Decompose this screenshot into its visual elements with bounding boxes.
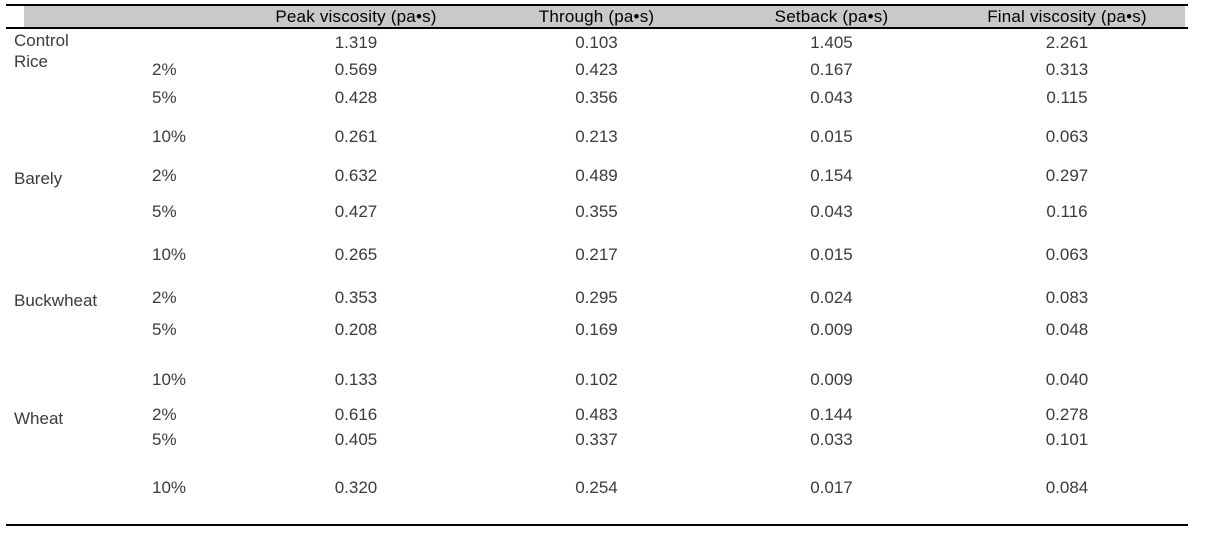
cell-peak-viscosity: 0.427 xyxy=(334,202,378,221)
cell-setback: 0.154 xyxy=(810,166,853,185)
cell-setback: 0.033 xyxy=(810,430,853,449)
group-label: Barely xyxy=(14,168,62,189)
cell-through: 0.217 xyxy=(575,245,618,264)
cell-peak-viscosity: 0.569 xyxy=(334,60,378,79)
cell-setback: 0.015 xyxy=(810,245,853,264)
table-bottom-rule xyxy=(6,524,1188,526)
cell-peak-viscosity: 0.265 xyxy=(334,245,378,264)
level-label: 2% xyxy=(152,166,177,185)
cell-final-viscosity: 0.101 xyxy=(1045,430,1089,449)
level-label: 10% xyxy=(152,478,187,497)
cell-peak-viscosity: 0.261 xyxy=(334,127,378,146)
cell-final-viscosity: 0.116 xyxy=(1046,202,1088,221)
cell-through: 0.337 xyxy=(575,430,618,449)
cell-setback: 0.009 xyxy=(810,370,853,389)
group-label: Buckwheat xyxy=(14,290,97,311)
cell-final-viscosity: 0.313 xyxy=(1045,60,1089,79)
header-bottom-rule xyxy=(6,27,1188,29)
cell-through: 0.489 xyxy=(575,166,618,185)
group-label-line1: Barely xyxy=(14,169,63,188)
cell-peak-viscosity: 0.616 xyxy=(334,405,378,424)
level-label: 2% xyxy=(152,288,177,307)
cell-through: 0.295 xyxy=(575,288,618,307)
cell-setback: 0.167 xyxy=(810,60,853,79)
cell-setback: 1.405 xyxy=(810,33,853,52)
level-label: 5% xyxy=(152,430,177,449)
level-label: 2% xyxy=(152,60,177,79)
group-label-line1: Buckwheat xyxy=(14,291,98,310)
viscosity-table: Peak viscosity (pa•s) Through (pa•s) Set… xyxy=(0,0,1221,547)
level-label: 5% xyxy=(152,320,177,339)
level-label: 10% xyxy=(152,127,187,146)
cell-peak-viscosity: 0.632 xyxy=(334,166,378,185)
cell-setback: 0.043 xyxy=(810,202,853,221)
cell-final-viscosity: 0.063 xyxy=(1045,127,1089,146)
cell-final-viscosity: 0.063 xyxy=(1045,245,1089,264)
cell-peak-viscosity: 0.353 xyxy=(334,288,378,307)
cell-final-viscosity: 0.084 xyxy=(1045,478,1089,497)
cell-peak-viscosity: 1.319 xyxy=(334,33,378,52)
cell-through: 0.103 xyxy=(575,33,618,52)
group-label-line1: Wheat xyxy=(14,409,64,428)
column-header-setback: Setback (pa•s) xyxy=(774,7,889,26)
cell-peak-viscosity: 0.320 xyxy=(334,478,378,497)
cell-through: 0.355 xyxy=(575,202,618,221)
cell-peak-viscosity: 0.133 xyxy=(334,370,378,389)
cell-final-viscosity: 0.040 xyxy=(1045,370,1089,389)
cell-final-viscosity: 2.261 xyxy=(1045,33,1089,52)
cell-setback: 0.024 xyxy=(810,288,853,307)
cell-through: 0.213 xyxy=(575,127,618,146)
level-label: 5% xyxy=(152,202,177,221)
cell-through: 0.483 xyxy=(575,405,618,424)
level-label: 5% xyxy=(152,88,177,107)
cell-setback: 0.015 xyxy=(810,127,853,146)
cell-final-viscosity: 0.115 xyxy=(1046,88,1088,107)
cell-through: 0.423 xyxy=(575,60,618,79)
column-header-through: Through (pa•s) xyxy=(538,7,655,26)
group-label-line2: Rice xyxy=(14,52,49,71)
cell-through: 0.169 xyxy=(575,320,618,339)
cell-peak-viscosity: 0.208 xyxy=(334,320,378,339)
cell-peak-viscosity: 0.428 xyxy=(334,88,378,107)
cell-setback: 0.043 xyxy=(810,88,853,107)
cell-final-viscosity: 0.297 xyxy=(1045,166,1089,185)
cell-final-viscosity: 0.278 xyxy=(1045,405,1089,424)
cell-final-viscosity: 0.083 xyxy=(1045,288,1089,307)
cell-setback: 0.009 xyxy=(810,320,853,339)
cell-through: 0.356 xyxy=(575,88,618,107)
column-header-final-viscosity: Final viscosity (pa•s) xyxy=(987,7,1147,26)
level-label: 10% xyxy=(152,245,187,264)
cell-setback: 0.017 xyxy=(810,478,853,497)
group-label: Control Rice xyxy=(14,30,69,72)
cell-through: 0.102 xyxy=(575,370,618,389)
cell-final-viscosity: 0.048 xyxy=(1045,320,1089,339)
level-label: 10% xyxy=(152,370,187,389)
cell-through: 0.254 xyxy=(575,478,618,497)
column-header-peak-viscosity: Peak viscosity (pa•s) xyxy=(275,7,437,26)
cell-setback: 0.144 xyxy=(810,405,853,424)
group-label: Wheat xyxy=(14,408,63,429)
cell-peak-viscosity: 0.405 xyxy=(334,430,378,449)
group-label-line1: Control xyxy=(14,31,69,50)
level-label: 2% xyxy=(152,405,177,424)
